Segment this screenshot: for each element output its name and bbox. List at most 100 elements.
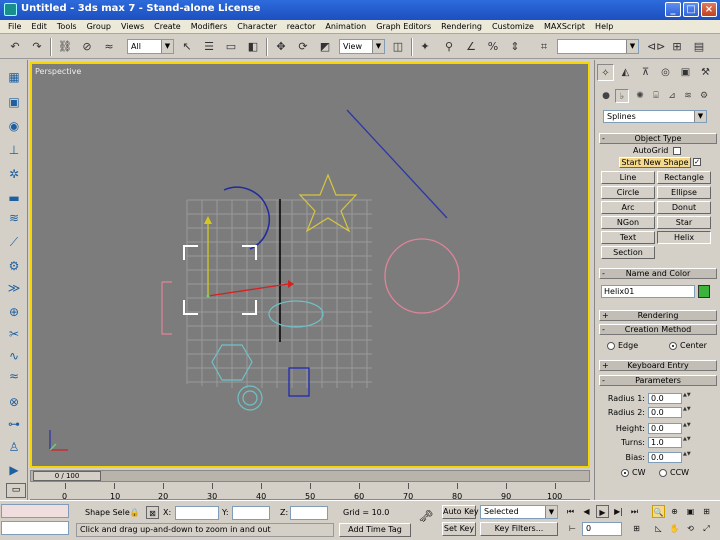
ellipse-button[interactable]: Ellipse: [657, 186, 711, 199]
time-configuration-icon[interactable]: ⊞: [630, 522, 643, 535]
rectangle-button[interactable]: Rectangle: [657, 171, 711, 184]
move-icon[interactable]: ✥: [272, 38, 290, 56]
menu-file[interactable]: File: [3, 22, 26, 31]
menu-modifiers[interactable]: Modifiers: [186, 22, 233, 31]
center-radio[interactable]: [669, 342, 677, 350]
edit-named-selection-icon[interactable]: ⌗: [535, 38, 553, 56]
spring-icon[interactable]: ≋: [4, 209, 24, 228]
zoom-extents-icon[interactable]: ▣: [684, 505, 697, 518]
select-object-icon[interactable]: ↖: [178, 38, 196, 56]
next-frame-icon[interactable]: ▶|: [612, 505, 625, 518]
constraint-solver-icon[interactable]: ≈: [4, 367, 24, 386]
section-button[interactable]: Section: [601, 246, 655, 259]
line-shape[interactable]: [346, 109, 448, 219]
cloth-collection-icon[interactable]: ▣: [4, 93, 24, 112]
modify-tab-icon[interactable]: ◭: [617, 64, 634, 81]
point-to-point-icon[interactable]: ⊶: [4, 415, 24, 434]
space-warps-icon[interactable]: ≋: [681, 89, 695, 103]
object-name-input[interactable]: Helix01: [601, 285, 695, 298]
redo-icon[interactable]: ↷: [28, 38, 46, 56]
go-to-end-icon[interactable]: ⏭: [628, 505, 641, 518]
hierarchy-tab-icon[interactable]: ⊼: [637, 64, 654, 81]
current-frame-input[interactable]: 0: [582, 522, 622, 536]
bind-space-warp-icon[interactable]: ≈: [100, 38, 118, 56]
snap-toggle-icon[interactable]: ⚲: [440, 38, 458, 56]
field-of-view-icon[interactable]: ◺: [652, 522, 665, 535]
helix-button[interactable]: Helix: [657, 231, 711, 244]
turns-input[interactable]: 1.0: [648, 437, 682, 448]
radius2-input[interactable]: 0.0: [648, 407, 682, 418]
add-time-tag-button[interactable]: Add Time Tag: [339, 523, 411, 537]
circle-button[interactable]: Circle: [601, 186, 655, 199]
turns-spinner-icon[interactable]: ▲▼: [683, 437, 691, 448]
height-input[interactable]: 0.0: [648, 423, 682, 434]
name-and-color-rollout[interactable]: - Name and Color: [599, 268, 717, 279]
text-button[interactable]: Text: [601, 231, 655, 244]
wind-icon[interactable]: ≫: [4, 279, 24, 298]
bias-spinner-icon[interactable]: ▲▼: [683, 452, 691, 463]
window-crossing-icon[interactable]: ◧: [244, 38, 262, 56]
parameters-rollout[interactable]: - Parameters: [599, 375, 717, 386]
minimize-button[interactable]: _: [665, 2, 681, 17]
edge-radio[interactable]: [607, 342, 615, 350]
selection-filter-dropdown[interactable]: All ▼: [127, 39, 174, 54]
scale-icon[interactable]: ◩: [316, 38, 334, 56]
align-icon[interactable]: ⊞: [668, 38, 686, 56]
helpers-icon[interactable]: ⊿: [665, 89, 679, 103]
donut-button[interactable]: Donut: [657, 201, 711, 214]
radius1-input[interactable]: 0.0: [648, 393, 682, 404]
menu-edit[interactable]: Edit: [26, 22, 52, 31]
title-bar[interactable]: Untitled - 3ds max 7 - Stand-alone Licen…: [0, 0, 720, 20]
autogrid-checkbox[interactable]: [673, 147, 681, 155]
app-icon[interactable]: [4, 3, 17, 16]
menu-tools[interactable]: Tools: [52, 22, 82, 31]
motion-tab-icon[interactable]: ◎: [657, 64, 674, 81]
x-coordinate-input[interactable]: [175, 506, 219, 520]
star-button[interactable]: Star: [657, 216, 711, 229]
maxscript-listener-mini[interactable]: [1, 504, 69, 518]
line-button[interactable]: Line: [601, 171, 655, 184]
soft-body-collection-icon[interactable]: ◉: [4, 117, 24, 136]
dashpot-icon[interactable]: ⟋: [4, 233, 24, 252]
select-and-link-icon[interactable]: ⛓: [56, 38, 74, 56]
maximize-button[interactable]: □: [683, 2, 699, 17]
bias-input[interactable]: 0.0: [648, 452, 682, 463]
shapes-icon[interactable]: ♭: [615, 89, 629, 103]
menu-character[interactable]: Character: [232, 22, 282, 31]
menu-views[interactable]: Views: [116, 22, 149, 31]
named-selection-sets-dropdown[interactable]: ▼: [557, 39, 639, 54]
reference-coordinate-dropdown[interactable]: View ▼: [339, 39, 385, 54]
object-color-swatch[interactable]: [698, 285, 710, 298]
menu-maxscript[interactable]: MAXScript: [539, 22, 590, 31]
rope-collection-icon[interactable]: ⊥: [4, 141, 24, 160]
select-and-manipulate-icon[interactable]: ✦: [416, 38, 434, 56]
play-animation-icon[interactable]: ▶: [596, 505, 609, 518]
hinge-icon[interactable]: ⊗: [4, 393, 24, 412]
previous-frame-icon[interactable]: ◀: [580, 505, 593, 518]
percent-snap-icon[interactable]: %: [484, 38, 502, 56]
motor-icon[interactable]: ⚙: [4, 257, 24, 276]
keyboard-entry-rollout[interactable]: + Keyboard Entry: [599, 360, 717, 371]
key-filters-button[interactable]: Key Filters...: [480, 522, 558, 536]
utilities-tab-icon[interactable]: ⚒: [697, 64, 714, 81]
absolute-mode-transform-icon[interactable]: ⊠: [146, 506, 159, 519]
systems-icon[interactable]: ⚙: [697, 89, 711, 103]
circle-shape[interactable]: [384, 238, 460, 314]
time-slider-thumb[interactable]: 0 / 100: [33, 471, 101, 481]
select-by-name-icon[interactable]: ☰: [200, 38, 218, 56]
mirror-icon[interactable]: ⊲⊳: [646, 38, 665, 56]
set-key-button[interactable]: Set Key: [442, 522, 476, 536]
zoom-icon[interactable]: 🔍: [652, 505, 665, 518]
line-shape-2[interactable]: [161, 281, 172, 335]
radius2-spinner-icon[interactable]: ▲▼: [683, 407, 691, 418]
star-shape[interactable]: [298, 173, 358, 233]
rendering-rollout[interactable]: + Rendering: [599, 310, 717, 321]
water-icon[interactable]: ∿: [4, 347, 24, 366]
key-mode-toggle-icon[interactable]: ⊢: [566, 522, 579, 535]
toy-car-icon[interactable]: ⊕: [4, 303, 24, 322]
auto-key-button[interactable]: Auto Key: [442, 505, 479, 519]
donut-shape-outer[interactable]: [237, 385, 263, 411]
key-mode-dropdown[interactable]: Selected ▼: [480, 505, 558, 519]
menu-graph-editors[interactable]: Graph Editors: [371, 22, 436, 31]
maximize-viewport-icon[interactable]: ⤢: [700, 522, 713, 535]
